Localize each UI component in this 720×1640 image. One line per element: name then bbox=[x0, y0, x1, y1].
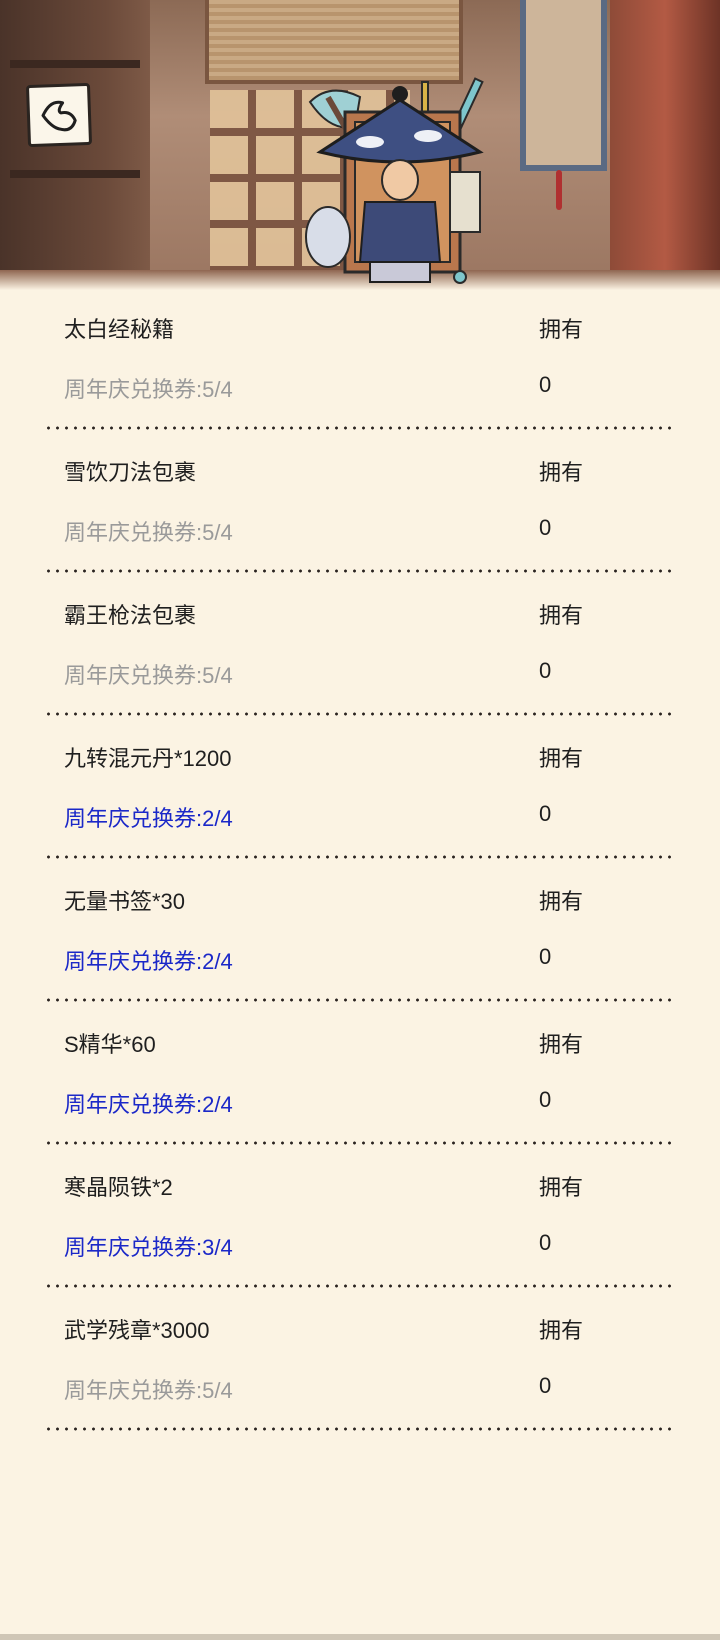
owned-label: 拥有 bbox=[539, 1318, 584, 1343]
dotted-divider bbox=[44, 998, 676, 1002]
red-tassel bbox=[556, 170, 562, 210]
owned-count: 0 bbox=[539, 1373, 552, 1398]
owned-label: 拥有 bbox=[539, 1175, 584, 1200]
owned-label: 拥有 bbox=[539, 317, 584, 342]
exchange-item-row[interactable]: 霸王枪法包裹 拥有 周年庆兑换券:5/4 0 bbox=[0, 576, 720, 719]
merchant-character-illustration bbox=[305, 77, 484, 284]
exchange-item-row[interactable]: S精华*60 拥有 周年庆兑换券:2/4 0 bbox=[0, 1005, 720, 1148]
exchange-item-row[interactable]: 九转混元丹*1200 拥有 周年庆兑换券:2/4 0 bbox=[0, 719, 720, 862]
dotted-divider bbox=[44, 426, 676, 430]
owned-count: 0 bbox=[539, 515, 552, 540]
bottom-edge bbox=[0, 1634, 720, 1640]
item-name: S精华*60 bbox=[64, 1032, 156, 1057]
item-name: 雪饮刀法包裹 bbox=[64, 460, 197, 485]
back-arrow-icon bbox=[41, 100, 77, 132]
item-name: 无量书签*30 bbox=[64, 889, 186, 914]
owned-count: 0 bbox=[539, 944, 552, 969]
owned-count: 0 bbox=[539, 1087, 552, 1112]
exchange-item-row[interactable]: 武学残章*3000 拥有 周年庆兑换券:5/4 0 bbox=[0, 1291, 720, 1434]
owned-label: 拥有 bbox=[539, 746, 584, 771]
item-name: 霸王枪法包裹 bbox=[64, 603, 197, 628]
item-cost: 周年庆兑换券:2/4 bbox=[64, 949, 233, 974]
hanging-scroll bbox=[520, 0, 607, 171]
item-cost: 周年庆兑换券:5/4 bbox=[64, 1378, 233, 1403]
item-cost: 周年庆兑换券:5/4 bbox=[64, 663, 233, 688]
exchange-item-row[interactable]: 寒晶陨铁*2 拥有 周年庆兑换券:3/4 0 bbox=[0, 1148, 720, 1291]
owned-count: 0 bbox=[539, 372, 552, 397]
item-cost: 周年庆兑换券:5/4 bbox=[64, 520, 233, 545]
item-name: 太白经秘籍 bbox=[64, 317, 175, 342]
back-button[interactable] bbox=[25, 82, 93, 148]
owned-label: 拥有 bbox=[539, 1032, 584, 1057]
exchange-item-row[interactable]: 太白经秘籍 拥有 周年庆兑换券:5/4 0 bbox=[0, 290, 720, 433]
header-banner bbox=[0, 0, 720, 290]
item-name: 九转混元丹*1200 bbox=[64, 746, 232, 771]
item-cost: 周年庆兑换券:2/4 bbox=[64, 806, 233, 831]
owned-count: 0 bbox=[539, 658, 552, 683]
item-name: 武学残章*3000 bbox=[64, 1318, 210, 1343]
owned-label: 拥有 bbox=[539, 889, 584, 914]
owned-count: 0 bbox=[539, 1230, 552, 1255]
dotted-divider bbox=[44, 1141, 676, 1145]
exchange-item-list: 太白经秘籍 拥有 周年庆兑换券:5/4 0 雪饮刀法包裹 拥有 周年庆兑换券:5… bbox=[0, 290, 720, 1434]
item-cost: 周年庆兑换券:5/4 bbox=[64, 377, 233, 402]
dotted-divider bbox=[44, 855, 676, 859]
owned-count: 0 bbox=[539, 801, 552, 826]
shelf bbox=[10, 170, 140, 178]
dotted-divider bbox=[44, 569, 676, 573]
item-cost: 周年庆兑换券:2/4 bbox=[64, 1092, 233, 1117]
exchange-item-row[interactable]: 无量书签*30 拥有 周年庆兑换券:2/4 0 bbox=[0, 862, 720, 1005]
dotted-divider bbox=[44, 1427, 676, 1431]
exchange-item-row[interactable]: 雪饮刀法包裹 拥有 周年庆兑换券:5/4 0 bbox=[0, 433, 720, 576]
dotted-divider bbox=[44, 1284, 676, 1288]
owned-label: 拥有 bbox=[539, 460, 584, 485]
dotted-divider bbox=[44, 712, 676, 716]
owned-label: 拥有 bbox=[539, 603, 584, 628]
curtain bbox=[610, 0, 720, 290]
item-cost: 周年庆兑换券:3/4 bbox=[64, 1235, 233, 1260]
item-name: 寒晶陨铁*2 bbox=[64, 1175, 173, 1200]
shelf bbox=[10, 60, 140, 68]
